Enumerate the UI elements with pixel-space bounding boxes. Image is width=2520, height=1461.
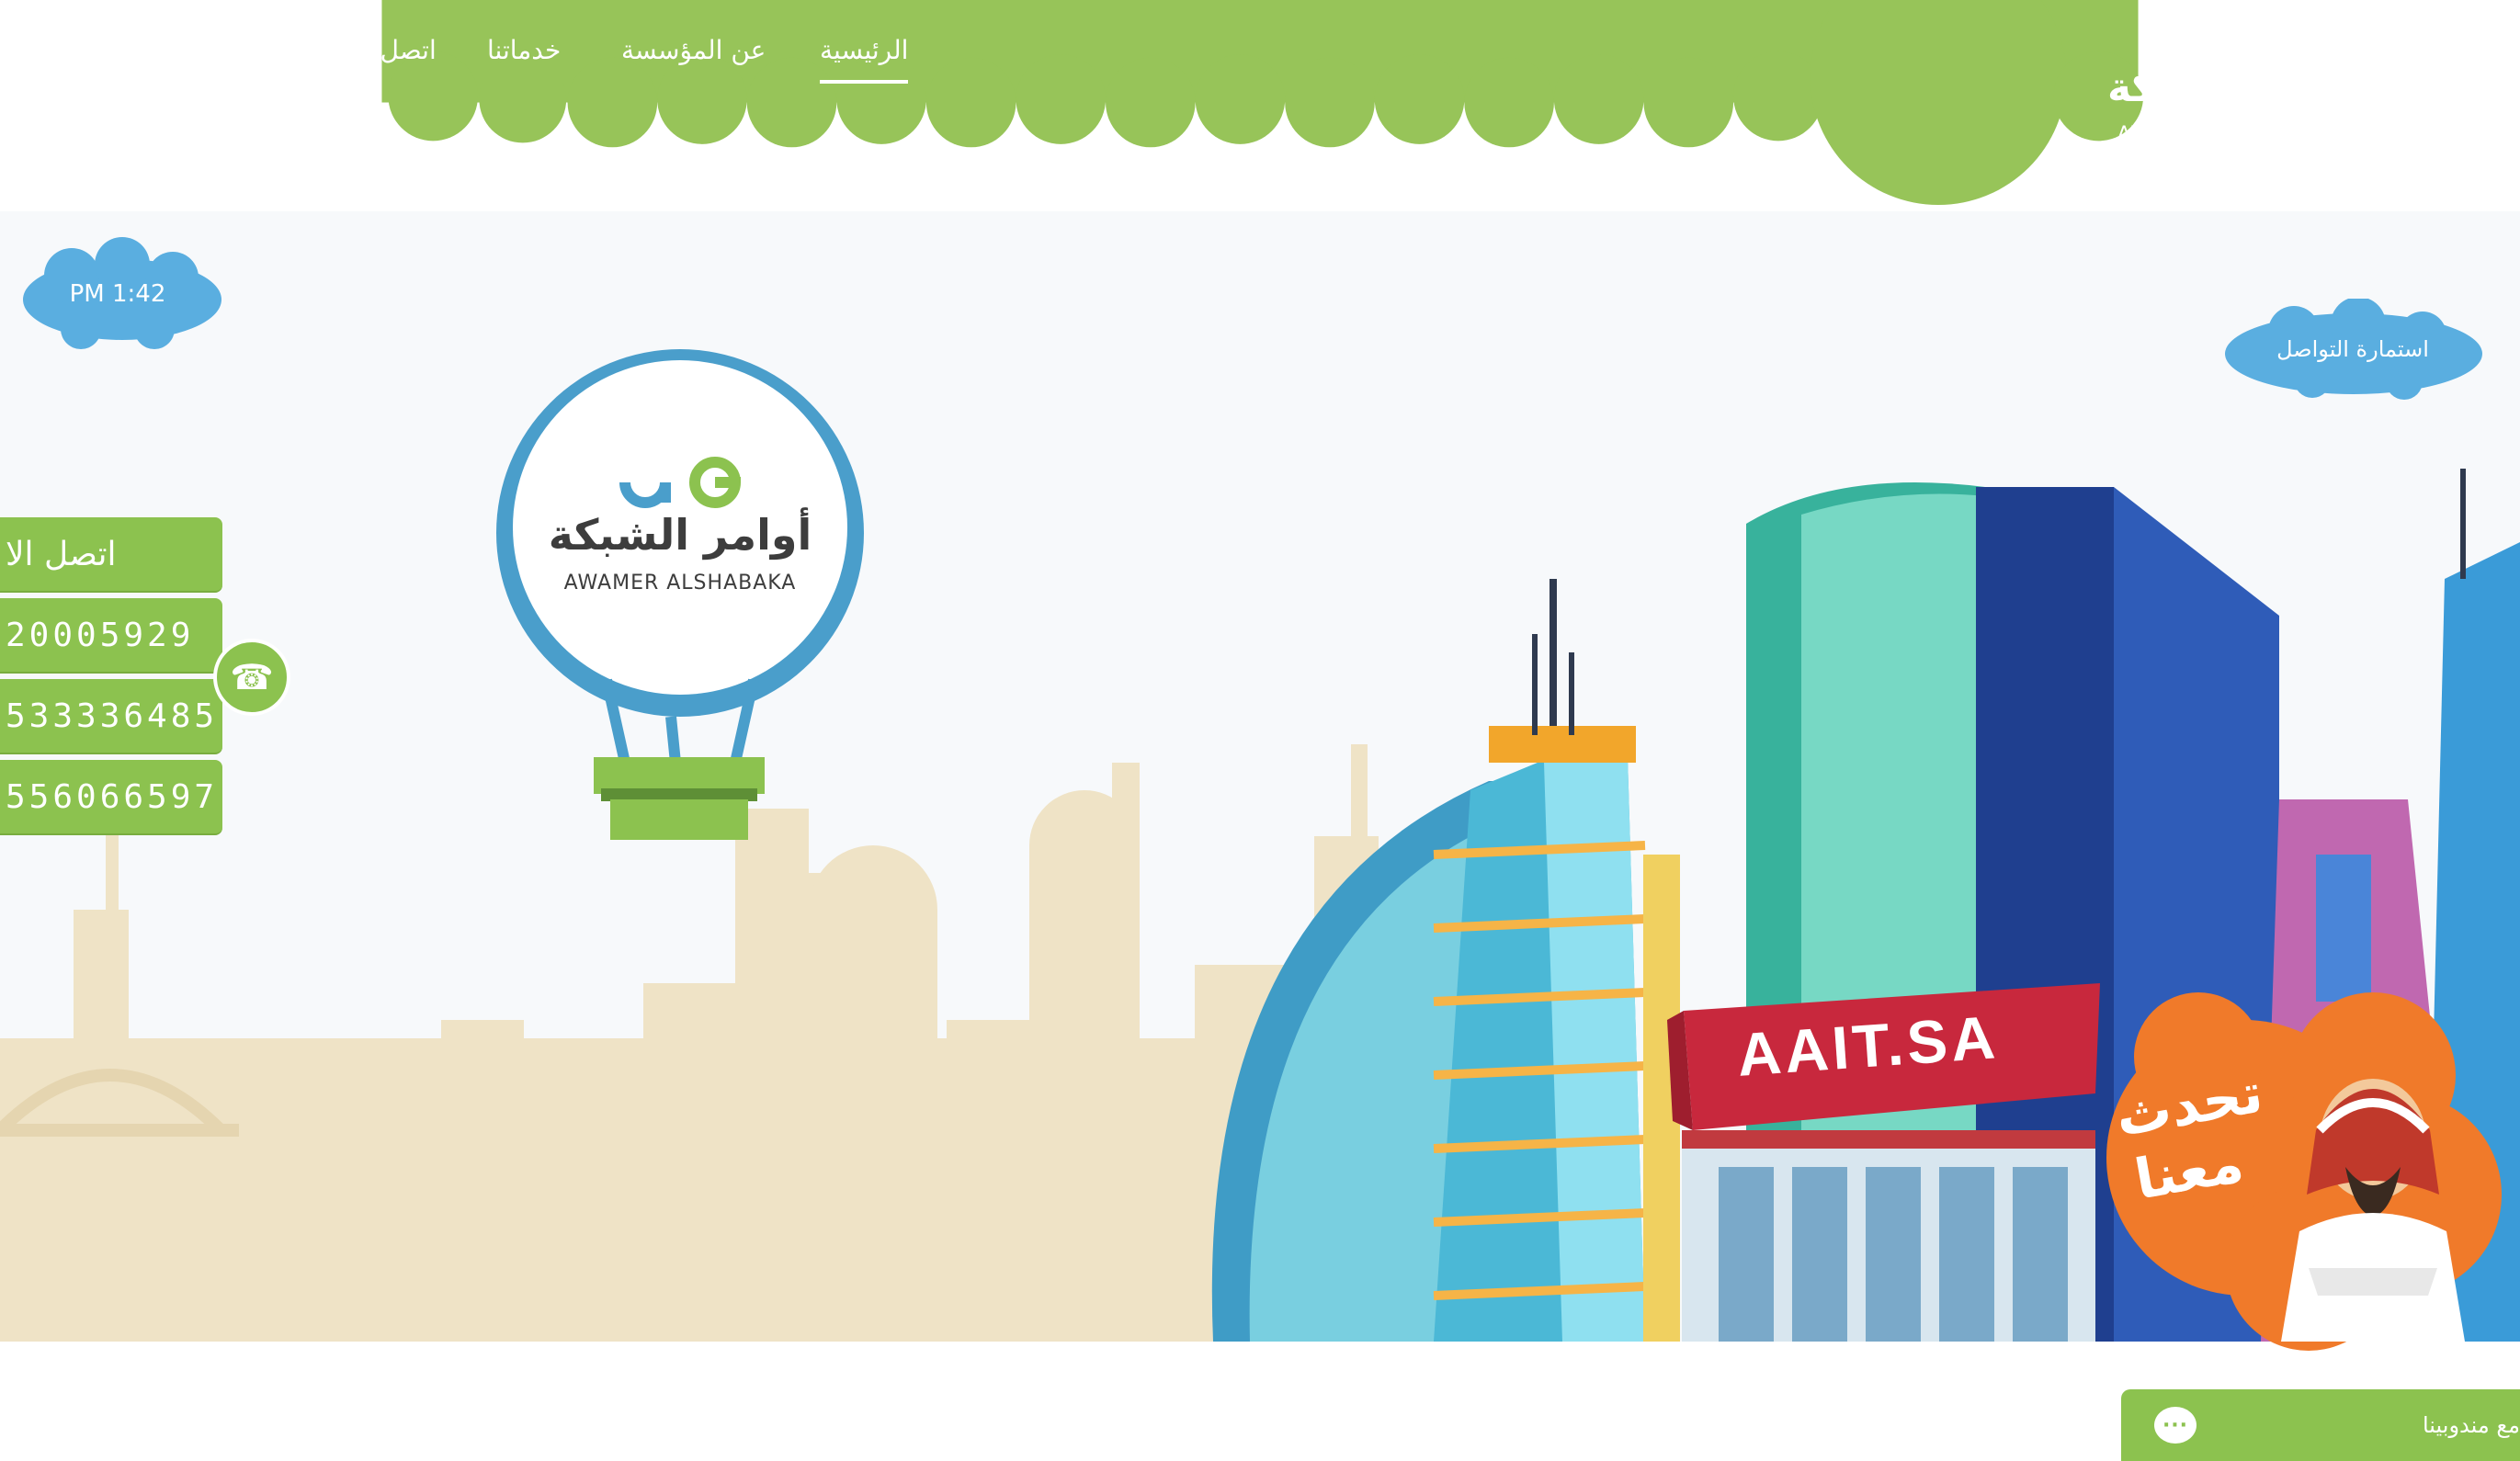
balloon-illustration xyxy=(496,349,864,840)
clock-time: PM 1:42 xyxy=(69,280,166,308)
balloon-latin-text: AWAMER ALSHABAKA xyxy=(563,572,797,595)
chat-label: مع مندوبينا xyxy=(2422,1412,2520,1438)
logo-latin-text: AWAMER ALSHABAKA xyxy=(2117,123,2350,146)
logo-mark-icon xyxy=(2174,9,2293,64)
search-icon[interactable] xyxy=(267,39,294,66)
nav-services[interactable]: خدماتنا xyxy=(487,35,561,65)
phone-panel-title-text: اتصل الا xyxy=(6,535,117,573)
nav-contact[interactable]: اتصل بنا xyxy=(349,35,437,65)
page: أوامر الشبكة AWAMER ALSHABAKA الرئيسية ع… xyxy=(0,0,2520,1461)
phone-number-3[interactable]: 556066597 xyxy=(0,760,222,835)
phone-number-2[interactable]: 533336485 xyxy=(0,679,222,754)
nav-home[interactable]: الرئيسية xyxy=(820,35,909,84)
chat-bubble-icon: ··· xyxy=(2154,1407,2196,1444)
logo-arabic-text: أوامر الشبكة xyxy=(2106,64,2360,111)
phone-panel-title: اتصل الا xyxy=(0,517,222,593)
nav-about[interactable]: عن المؤسسة xyxy=(621,35,766,65)
contact-form-button[interactable]: استمارة التواصل xyxy=(2242,331,2463,368)
site-logo[interactable]: أوامر الشبكة AWAMER ALSHABAKA xyxy=(2105,0,2362,156)
phone-number-1[interactable]: 20005929 xyxy=(0,598,222,674)
balloon-arabic-text: أوامر الشبكة xyxy=(548,510,812,560)
telephone-icon[interactable]: ☎ xyxy=(213,639,290,716)
chat-with-agents-bar[interactable]: ··· مع مندوبينا xyxy=(2121,1389,2520,1461)
